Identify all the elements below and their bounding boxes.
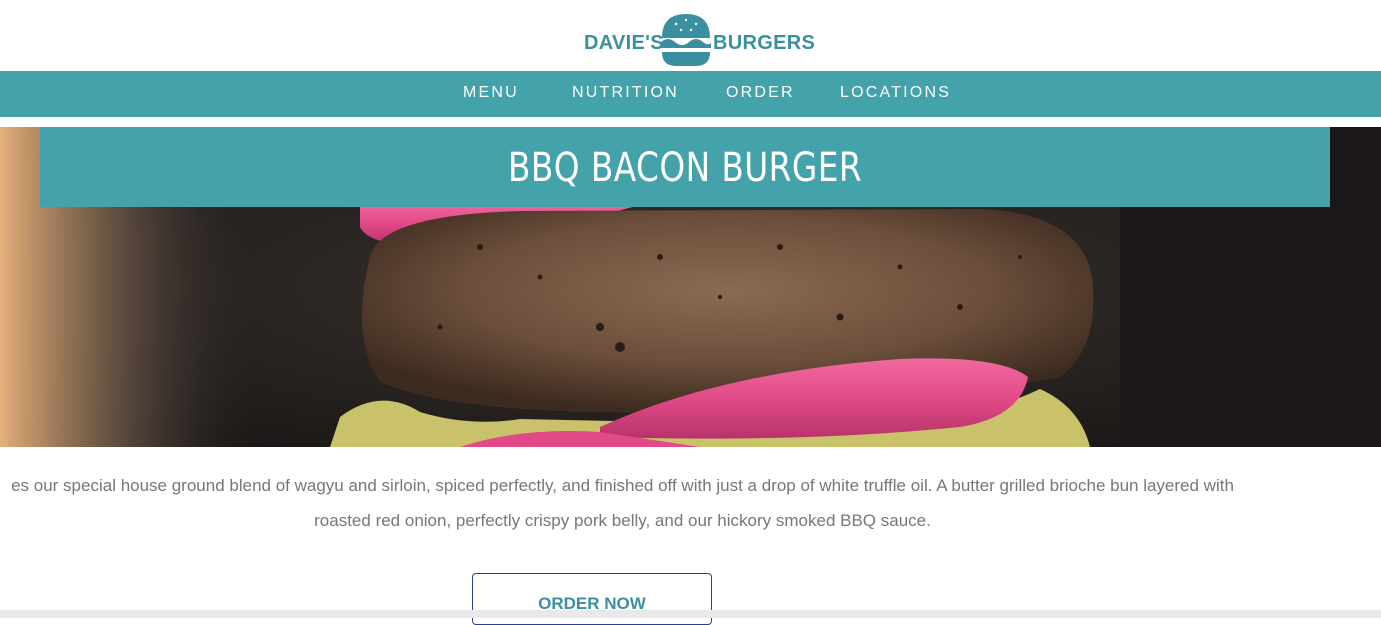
main-nav: MENU NUTRITION ORDER LOCATIONS	[0, 71, 1381, 117]
description-line-2: roasted red onion, perfectly crispy pork…	[314, 511, 931, 530]
bottom-divider	[0, 610, 1381, 618]
description-line-1: es our special house ground blend of wag…	[11, 476, 1234, 495]
nav-item-nutrition[interactable]: NUTRITION	[572, 84, 679, 102]
nav-item-order[interactable]: ORDER	[726, 84, 795, 102]
site-header: DAVIE'S BURGERS	[0, 0, 1381, 71]
nav-item-locations[interactable]: LOCATIONS	[840, 84, 951, 102]
product-title: BBQ BACON BURGER	[507, 145, 863, 191]
brand-name-right: BURGERS	[713, 32, 816, 54]
brand-name-left: DAVIE'S	[584, 32, 664, 54]
burger-logo-icon	[661, 14, 711, 66]
nav-item-menu[interactable]: MENU	[463, 84, 519, 102]
product-description: es our special house ground blend of wag…	[0, 468, 1255, 538]
brand-logo[interactable]: DAVIE'S BURGERS	[584, 12, 815, 68]
title-banner: BBQ BACON BURGER	[40, 127, 1330, 207]
